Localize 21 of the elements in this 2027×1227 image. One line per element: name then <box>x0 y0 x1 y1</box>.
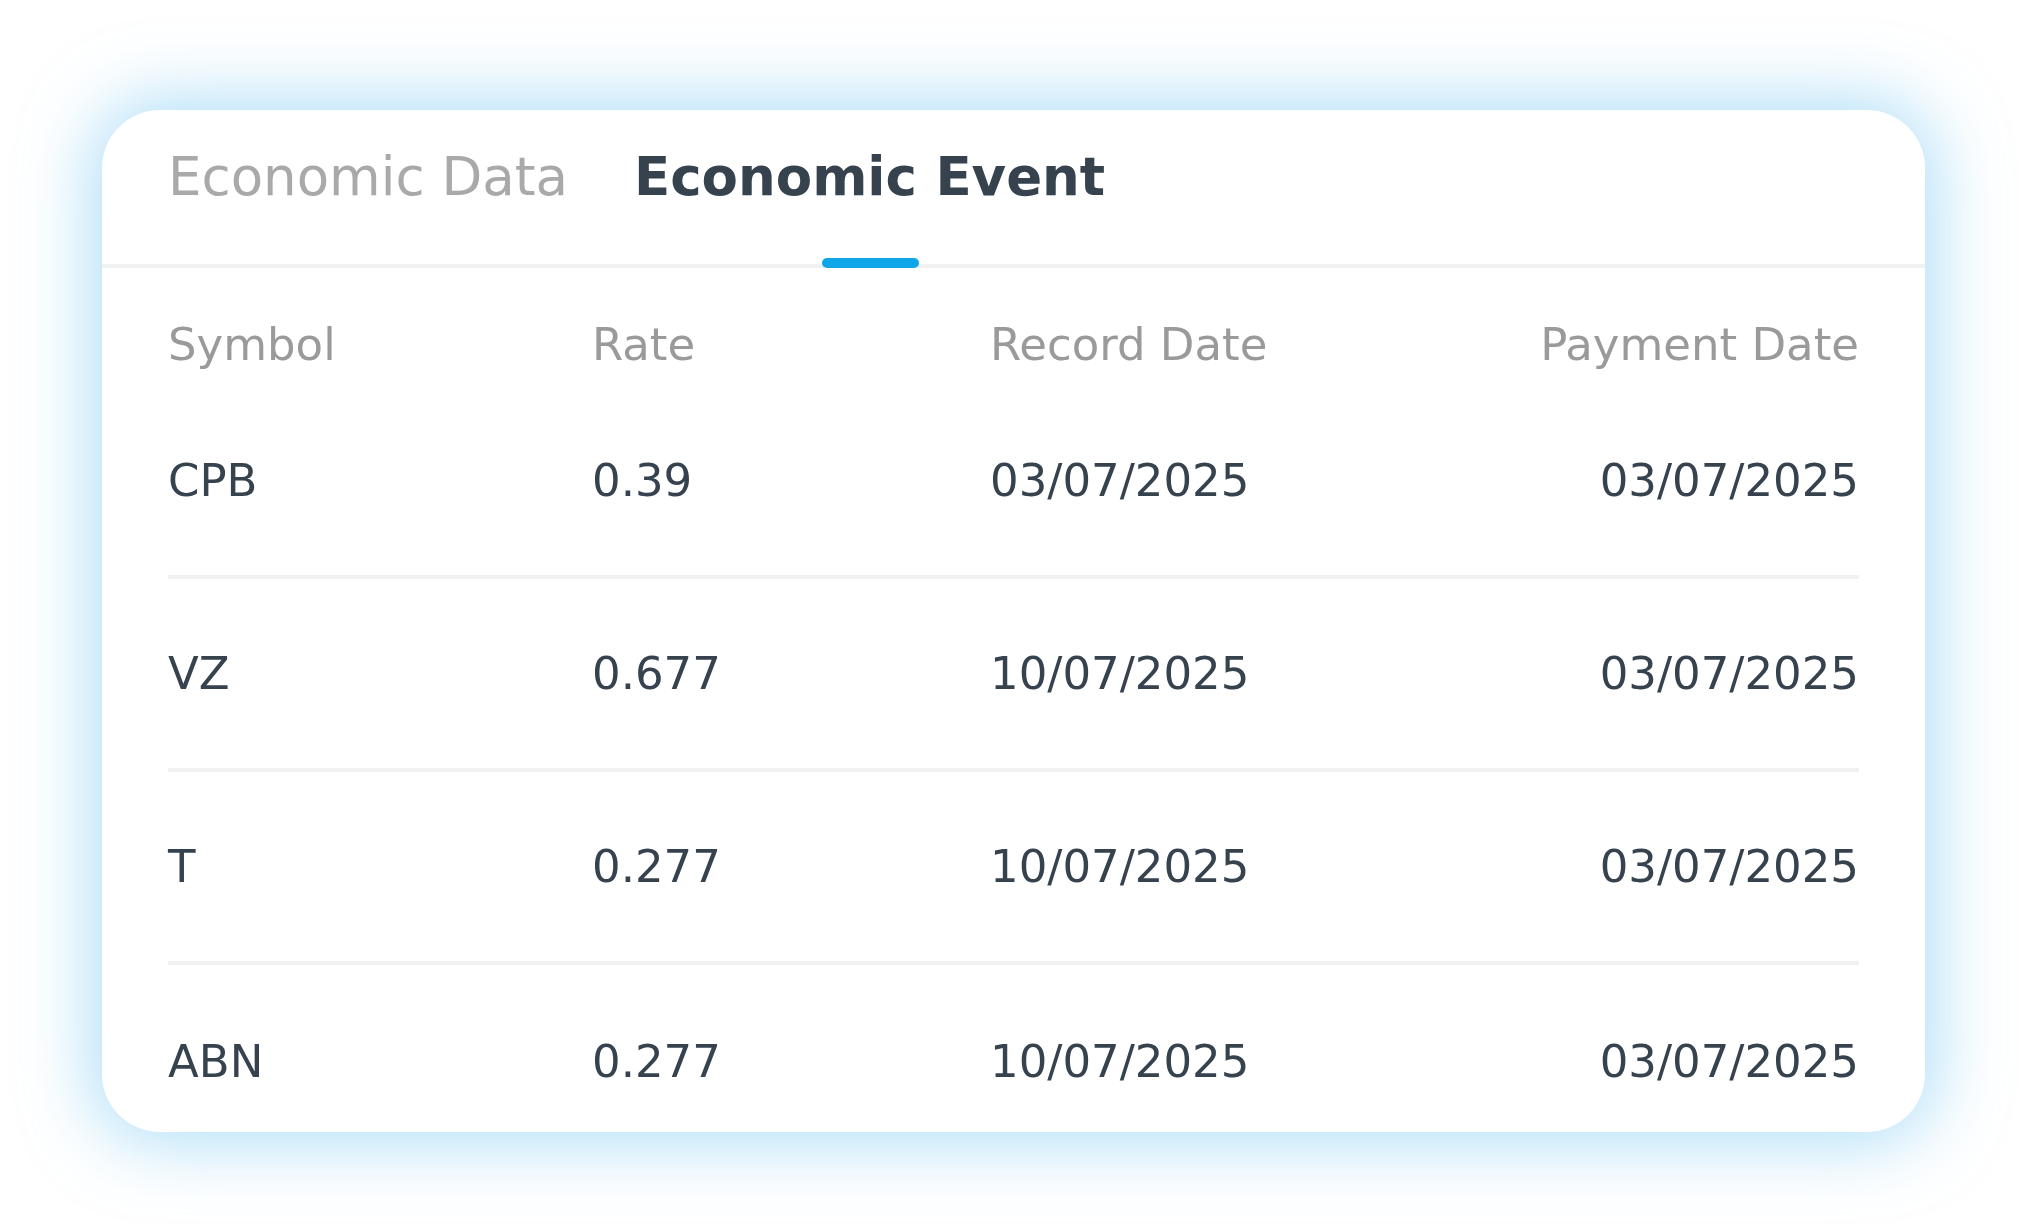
record-date-cell-text: 10/07/2025 <box>990 1035 1251 1088</box>
symbol-cell-text: ABN <box>168 1035 265 1088</box>
payment-date-cell: 03/07/2025 <box>1599 647 1859 700</box>
symbol-cell-text: T <box>168 840 197 893</box>
symbol-cell-text: CPB <box>168 454 259 507</box>
column-header: Rate <box>592 317 697 371</box>
column-header: Payment Date <box>1540 317 1859 371</box>
payment-date-cell: 03/07/2025 <box>1599 840 1859 893</box>
symbol-cell-text: VZ <box>168 647 231 700</box>
rate-cell-text: 0.39 <box>592 454 694 507</box>
record-date-cell-text: 10/07/2025 <box>990 647 1251 700</box>
rate-cell-text: 0.277 <box>592 840 722 893</box>
record-date-cell-text: 10/07/2025 <box>990 840 1251 893</box>
column-header: Record Date <box>990 317 1269 371</box>
rate-cell-text: 0.277 <box>592 1035 722 1088</box>
record-date-cell-text: 03/07/2025 <box>990 454 1251 507</box>
tab[interactable]: Economic Event <box>633 110 1106 264</box>
payment-date-cell: 03/07/2025 <box>1599 454 1859 507</box>
column-header: Symbol <box>168 317 337 371</box>
payment-date-cell: 03/07/2025 <box>1599 1035 1859 1088</box>
rate-cell-text: 0.677 <box>592 647 722 700</box>
